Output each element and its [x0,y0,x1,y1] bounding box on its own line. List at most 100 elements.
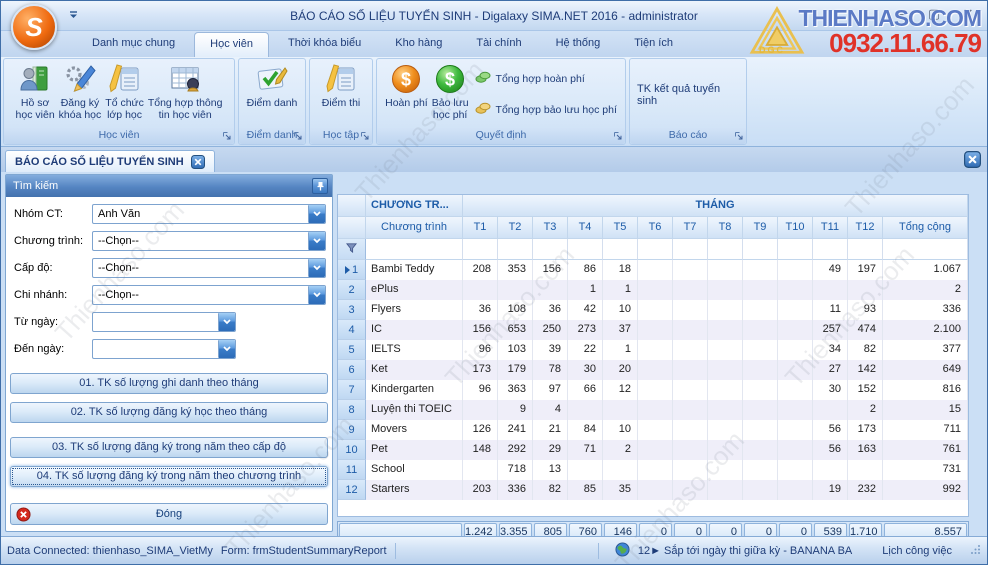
cell-month-value[interactable]: 363 [498,380,533,400]
row-indicator[interactable]: 5 [338,340,366,360]
cell-program-name[interactable]: Kindergarten [366,380,463,400]
row-indicator[interactable]: 6 [338,360,366,380]
cell-month-value[interactable] [813,400,848,420]
cell-month-value[interactable]: 10 [603,300,638,320]
column-header-t10[interactable]: T10 [778,217,813,239]
cell-month-value[interactable]: 29 [533,440,568,460]
cell-month-value[interactable] [638,320,673,340]
report-button-2[interactable]: 02. TK số lượng đăng ký học theo tháng [10,402,328,423]
cell-month-value[interactable] [673,380,708,400]
cell-month-value[interactable] [778,300,813,320]
cell-month-value[interactable]: 96 [463,380,498,400]
cell-month-value[interactable]: 156 [463,320,498,340]
filter-cell-t5[interactable] [603,239,638,260]
cell-month-value[interactable]: 232 [848,480,883,500]
quick-access-arrow-icon[interactable] [65,8,81,22]
cell-month-value[interactable] [743,340,778,360]
cell-month-value[interactable]: 653 [498,320,533,340]
cell-month-value[interactable]: 93 [848,300,883,320]
close-button[interactable]: ✕ [959,6,977,22]
cell-month-value[interactable] [673,420,708,440]
cell-month-value[interactable] [673,360,708,380]
document-area-close-icon[interactable] [964,151,981,168]
cap-do-select[interactable]: --Chọn-- [92,258,326,278]
row-indicator[interactable]: 8 [338,400,366,420]
dialog-launcher-icon[interactable] [734,131,744,141]
cell-month-value[interactable] [638,420,673,440]
column-header-t8[interactable]: T8 [708,217,743,239]
cell-month-value[interactable]: 10 [603,420,638,440]
cell-program-name[interactable]: IELTS [366,340,463,360]
filter-cell-t1[interactable] [463,239,498,260]
maximize-button[interactable]: ▢ [925,6,943,22]
band-header-month[interactable]: THÁNG [463,195,968,217]
cell-month-value[interactable]: 292 [498,440,533,460]
cell-month-value[interactable] [778,420,813,440]
cell-month-value[interactable]: 179 [498,360,533,380]
cell-program-name[interactable]: Pet [366,440,463,460]
cell-month-value[interactable] [708,260,743,280]
ribbon-tab-danh-muc-chung[interactable]: Danh mục chung [77,31,190,57]
cell-month-value[interactable] [813,280,848,300]
cell-month-value[interactable]: 20 [603,360,638,380]
cell-month-value[interactable]: 56 [813,420,848,440]
cell-month-value[interactable]: 173 [848,420,883,440]
cell-month-value[interactable] [673,280,708,300]
cell-month-value[interactable]: 82 [533,480,568,500]
cell-month-value[interactable]: 1 [603,340,638,360]
row-indicator[interactable]: 10 [338,440,366,460]
filter-cell-t2[interactable] [498,239,533,260]
column-header-chuong-trinh[interactable]: Chương trình [366,217,463,239]
cell-row-total[interactable]: 2 [883,280,968,300]
cell-month-value[interactable] [778,480,813,500]
diem-thi-button[interactable]: Điểm thi [320,61,363,110]
cell-month-value[interactable] [743,420,778,440]
cell-program-name[interactable]: ePlus [366,280,463,300]
dialog-launcher-icon[interactable] [613,131,623,141]
document-tab[interactable]: BÁO CÁO SỐ LIỆU TUYỂN SINH [5,150,215,172]
filter-cell-chuong-trinh[interactable] [366,239,463,260]
cell-month-value[interactable]: 163 [848,440,883,460]
tong-hop-thong-tin-hoc-vien-button[interactable]: Tổng hợp thôngtin học viên [146,61,225,121]
cell-month-value[interactable]: 71 [568,440,603,460]
cell-month-value[interactable]: 36 [463,300,498,320]
cell-month-value[interactable]: 108 [498,300,533,320]
cell-month-value[interactable] [708,380,743,400]
column-header-tong-cong[interactable]: Tổng cộng [883,217,968,239]
cell-month-value[interactable] [778,460,813,480]
cell-month-value[interactable]: 27 [813,360,848,380]
dropdown-arrow-icon[interactable] [218,340,235,358]
app-menu-button[interactable]: S [11,4,57,50]
cell-month-value[interactable]: 34 [813,340,848,360]
cell-month-value[interactable]: 103 [498,340,533,360]
cell-month-value[interactable]: 56 [813,440,848,460]
cell-month-value[interactable] [638,360,673,380]
cell-month-value[interactable] [673,400,708,420]
cell-month-value[interactable] [743,380,778,400]
cell-month-value[interactable]: 30 [568,360,603,380]
hoan-phi-button[interactable]: $Hoàn phí [383,61,430,110]
column-header-t1[interactable]: T1 [463,217,498,239]
tu-ngay-select[interactable] [92,312,236,332]
column-header-t11[interactable]: T11 [813,217,848,239]
cell-month-value[interactable] [673,340,708,360]
row-indicator[interactable]: 1 [338,260,366,280]
cell-row-total[interactable]: 816 [883,380,968,400]
cell-month-value[interactable]: 203 [463,480,498,500]
cell-month-value[interactable] [673,260,708,280]
cell-month-value[interactable] [743,460,778,480]
cell-month-value[interactable]: 30 [813,380,848,400]
filter-cell-t12[interactable] [848,239,883,260]
cell-month-value[interactable] [778,320,813,340]
cell-month-value[interactable]: 336 [498,480,533,500]
column-header-t5[interactable]: T5 [603,217,638,239]
report-button-3[interactable]: 03. TK số lượng đăng ký trong năm theo c… [10,437,328,458]
cell-month-value[interactable]: 49 [813,260,848,280]
cell-month-value[interactable] [708,480,743,500]
cell-month-value[interactable] [708,440,743,460]
cell-program-name[interactable]: Ket [366,360,463,380]
cell-month-value[interactable]: 13 [533,460,568,480]
status-notice[interactable]: 12► Sắp tới ngày thi giữa kỳ - BANANA BA [638,545,852,557]
cell-month-value[interactable]: 1 [568,280,603,300]
cell-month-value[interactable] [673,460,708,480]
